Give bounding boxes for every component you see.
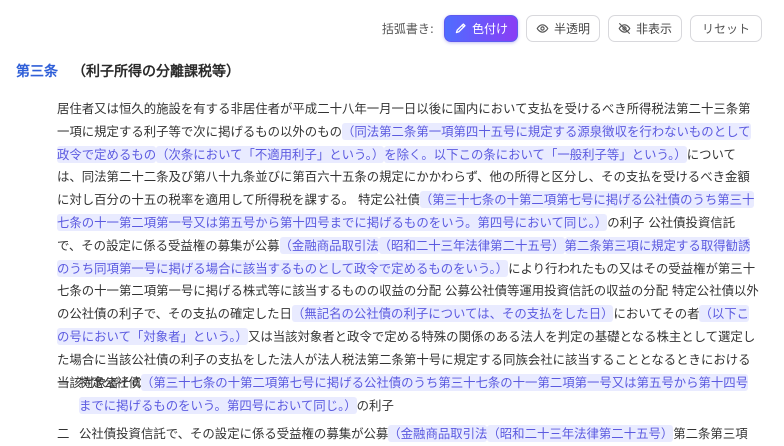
bracket-toolbar: 括弧書き: 色付け 半透明 非表示 リセット — [382, 13, 762, 43]
text-line: に対し百分の十五の税率を適用して所得税を課する。 特定公社債（第三十七条の十第二… — [57, 189, 765, 212]
text-segment: の利子 公社債投資信託 — [607, 214, 736, 230]
text-line: 公社債投資信託で、その設定に係る受益権の募集が公募（金融商品取引法（昭和二十三年… — [57, 423, 765, 446]
bracket-highlight: までに掲げるものをいう。第四号において同じ。） — [79, 396, 357, 414]
reset-button-label: リセット — [701, 21, 750, 36]
text-segment: 第二条第三項 — [673, 426, 748, 441]
colorize-button-label: 色付け — [471, 21, 508, 36]
bracket-highlight: 第二条第三項に規定する取得勧誘 — [564, 236, 751, 254]
eye-off-icon — [618, 22, 631, 34]
text-line: で、その設定に係る受益権の募集が公募（金融商品取引法（昭和二十三年法律第二十五号… — [57, 235, 765, 258]
bracket-highlight: （以下こ — [699, 305, 750, 323]
bracket-highlight: 七条の十一第二項第一号又は第五号から第十四号までに掲げるものをいう。第四号におい… — [57, 213, 608, 231]
bracket-highlight: （無記名の公社債の利子については、その支払をした日） — [291, 305, 614, 323]
text-segment: で、その設定に係る受益権の募集が公募 — [57, 237, 280, 253]
text-line: のうち同項第一号に掲げる場合に該当するものとして政令で定めるものをいう。）により… — [57, 258, 765, 281]
colorize-button[interactable]: 色付け — [443, 14, 518, 42]
text-line: 政令で定めるもの（次条において「不適用利子」という。）を除く。以下この条において… — [57, 144, 765, 167]
bracket-highlight: （昭和二十三年法律第二十五号） — [378, 236, 565, 254]
translucent-button[interactable]: 半透明 — [525, 14, 600, 42]
text-segment: 一項に規定する利子等で次に掲げるもの以外のもの — [57, 123, 342, 139]
text-segment: について — [686, 146, 736, 162]
bracket-highlight: （金融商品取引法 — [279, 236, 379, 254]
bracket-highlight: （同法第二条第一項第四十五号に規定する源泉徴収を行わないものとして — [341, 122, 751, 140]
text-segment: は、同法第二十二条及び第八十九条並びに第百六十五条の規定にかかわらず、他の所得と… — [57, 169, 750, 185]
item-number: 二 — [57, 426, 70, 441]
reset-button[interactable]: リセット — [689, 14, 762, 42]
text-line: 七条の十一第二項第一号に掲げる株式等に該当するものの収益の分配 公募公社債等運用… — [57, 280, 765, 303]
bracket-highlight: （第三十七条の十第二項第七号に掲げる公社債のうち第三十七条の十一第二項第一号又は… — [140, 374, 749, 391]
text-segment: 公社債投資信託で、その設定に係る受益権の募集が公募 — [79, 426, 389, 441]
bracket-highlight: （第三十七条の十第二項第七号に掲げる公社債のうち第三十 — [419, 191, 755, 209]
bracket-highlight: を除く。以下この条において「一般利子等」という。） — [384, 145, 687, 163]
text-segment: 居住者又は恒久的施設を有する非居住者が平成二十八年一月一日以後に国内において支払… — [57, 101, 751, 116]
text-line: は、同法第二十二条及び第八十九条並びに第百六十五条の規定にかかわらず、他の所得と… — [57, 166, 765, 189]
item-number: 一 — [57, 375, 70, 390]
text-line: た場合に当該公社債の利子の支払をした法人が法人税法第二条第十号に規定する同族会社… — [57, 349, 765, 372]
text-segment: により行われたもの又はその受益権が第三十 — [508, 260, 756, 276]
article-title: （利子所得の分離課税等） — [72, 64, 240, 80]
bracket-highlight: のうち同項第一号に掲げる場合に該当するものとして政令で定めるものをいう。） — [57, 259, 509, 277]
text-line: 七条の十一第二項第一号又は第五号から第十四号までに掲げるものをいう。第四号におい… — [57, 212, 765, 235]
bracket-highlight: （昭和二十三年法律第二十五号） — [487, 425, 674, 442]
text-segment: 又は当該対象者と政令で定める特殊の関係のある法人を判定の基礎となる株主として選定… — [247, 328, 756, 344]
translucent-button-label: 半透明 — [553, 21, 590, 36]
text-segment: においてその者 — [613, 306, 700, 322]
text-line: の号において「対象者」という。）又は当該対象者と政令で定める特殊の関係のある法人… — [57, 326, 765, 349]
hide-button[interactable]: 非表示 — [607, 14, 682, 42]
text-segment: の利子 — [356, 397, 394, 413]
article-item-1: 一特定公社債（第三十七条の十第二項第七号に掲げる公社債のうち第三十七条の十一第二… — [57, 372, 765, 418]
article-heading: 第三条 （利子所得の分離課税等） — [16, 61, 240, 81]
hide-button-label: 非表示 — [635, 21, 672, 36]
text-line: の公社債の利子で、その支払の確定した日（無記名の公社債の利子については、その支払… — [57, 303, 765, 326]
text-segment: に対し百分の十五の税率を適用して所得税を課する。 特定公社債 — [57, 192, 420, 208]
article-paragraph: 居住者又は恒久的施設を有する非居住者が平成二十八年一月一日以後に国内において支払… — [57, 98, 765, 394]
text-segment: 七条の十一第二項第一号に掲げる株式等に該当するものの収益の分配 公募公社債等運用… — [57, 283, 759, 299]
text-segment: の公社債の利子で、その支払の確定した日 — [57, 306, 292, 322]
eye-icon — [536, 23, 549, 33]
text-segment: た場合に当該公社債の利子の支払をした法人が法人税法第二条第十号に規定する同族会社… — [57, 351, 751, 367]
text-segment: 特定公社債 — [79, 375, 141, 390]
bracket-highlight: （次条において「不適用利子」という。） — [156, 145, 385, 163]
bracket-highlight: 政令で定めるもの — [57, 145, 157, 163]
text-line: 居住者又は恒久的施設を有する非居住者が平成二十八年一月一日以後に国内において支払… — [57, 98, 765, 121]
text-line: 特定公社債（第三十七条の十第二項第七号に掲げる公社債のうち第三十七条の十一第二項… — [57, 372, 765, 395]
bracket-highlight: の号において「対象者」という。） — [57, 327, 248, 345]
text-line: 一項に規定する利子等で次に掲げるもの以外のもの（同法第二条第一項第四十五号に規定… — [57, 121, 765, 144]
pen-icon — [455, 22, 466, 33]
text-line: までに掲げるものをいう。第四号において同じ。）の利子 — [57, 395, 765, 418]
bracket-highlight: （金融商品取引法 — [388, 425, 488, 442]
bracket-mode-label: 括弧書き: — [381, 21, 434, 36]
article-number: 第三条 — [16, 64, 58, 80]
article-item-2: 二公社債投資信託で、その設定に係る受益権の募集が公募（金融商品取引法（昭和二十三… — [57, 423, 765, 446]
